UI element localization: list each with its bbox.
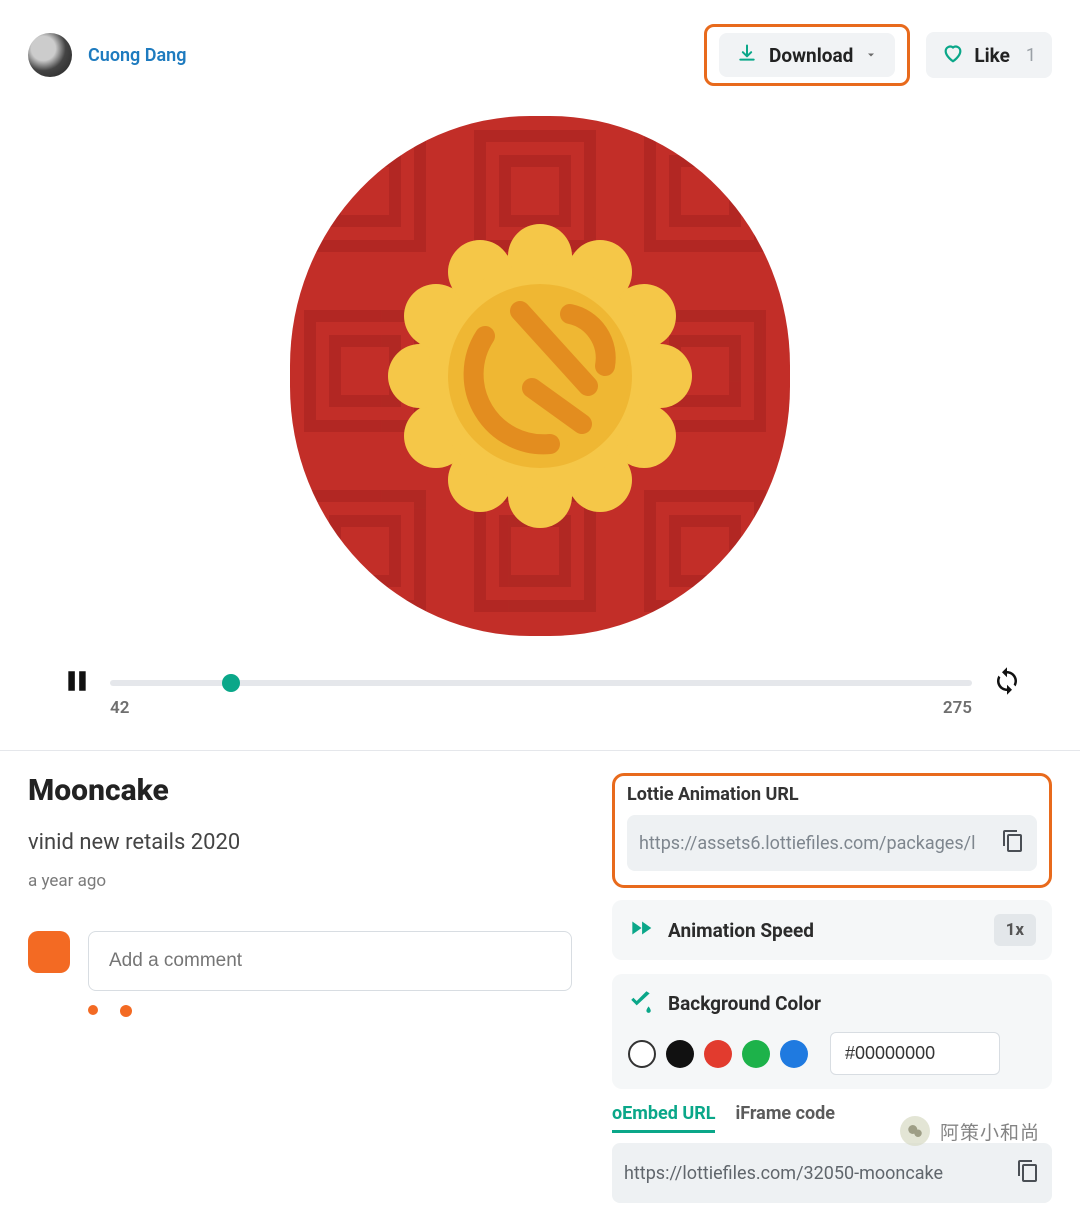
total-frames: 275	[943, 698, 972, 718]
like-label: Like	[974, 44, 1010, 67]
caret-down-icon	[865, 46, 877, 65]
speed-label: Animation Speed	[668, 919, 980, 942]
bgcolor-label: Background Color	[668, 992, 1036, 1015]
animation-subtitle: vinid new retails 2020	[28, 830, 572, 855]
embed-url-value: https://lottiefiles.com/32050-mooncake	[624, 1163, 1008, 1184]
like-count: 1	[1020, 45, 1036, 66]
embed-url-field[interactable]: https://lottiefiles.com/32050-mooncake	[612, 1143, 1052, 1203]
author-block[interactable]: Cuong Dang	[28, 33, 186, 77]
time-ago: a year ago	[28, 871, 572, 891]
tab-oembed[interactable]: oEmbed URL	[612, 1103, 715, 1133]
author-avatar[interactable]	[28, 33, 72, 77]
mooncake-icon	[380, 216, 700, 536]
wechat-icon	[900, 1116, 930, 1146]
download-icon	[737, 43, 757, 67]
player-controls: 42 275	[28, 666, 1052, 700]
download-label: Download	[769, 44, 853, 67]
tab-iframe[interactable]: iFrame code	[735, 1103, 835, 1133]
speed-value: 1x	[994, 914, 1036, 946]
watermark-text: 阿策小和尚	[940, 1118, 1040, 1145]
loop-button[interactable]	[992, 666, 1022, 700]
header-actions: Download Like 1	[704, 24, 1052, 86]
download-highlight-box: Download	[704, 24, 910, 86]
animation-title: Mooncake	[28, 773, 572, 808]
animation-preview	[28, 96, 1052, 656]
mooncake-art	[290, 116, 790, 636]
copy-icon[interactable]	[1001, 829, 1025, 857]
current-user-avatar[interactable]	[28, 931, 70, 973]
swatch-black[interactable]	[666, 1040, 694, 1068]
comment-input[interactable]	[88, 931, 572, 991]
speed-card[interactable]: Animation Speed 1x	[612, 900, 1052, 960]
paint-bucket-icon	[628, 988, 654, 1018]
timeline-slider[interactable]: 42 275	[110, 680, 972, 686]
current-frame: 42	[110, 698, 129, 718]
swatch-red[interactable]	[704, 1040, 732, 1068]
pause-button[interactable]	[64, 666, 90, 700]
comment-row	[28, 931, 572, 991]
download-button[interactable]: Download	[719, 33, 895, 77]
header: Cuong Dang Download Like 1	[28, 24, 1052, 86]
copy-icon[interactable]	[1016, 1159, 1040, 1187]
lottie-url-field[interactable]: https://assets6.lottiefiles.com/packages…	[627, 815, 1037, 871]
swatch-green[interactable]	[742, 1040, 770, 1068]
heart-icon	[942, 42, 964, 68]
swatch-white[interactable]	[628, 1040, 656, 1068]
hex-input[interactable]	[830, 1032, 1000, 1075]
author-name[interactable]: Cuong Dang	[88, 45, 186, 66]
swatch-blue[interactable]	[780, 1040, 808, 1068]
like-button[interactable]: Like 1	[926, 32, 1052, 78]
fast-forward-icon	[628, 915, 654, 945]
lottie-url-value: https://assets6.lottiefiles.com/packages…	[639, 833, 993, 854]
url-label: Lottie Animation URL	[627, 784, 1037, 805]
bgcolor-card: Background Color	[612, 974, 1052, 1089]
divider	[0, 750, 1080, 751]
url-highlight-box: Lottie Animation URL https://assets6.lot…	[612, 773, 1052, 888]
watermark: 阿策小和尚	[900, 1116, 1040, 1146]
loading-dots	[88, 1005, 572, 1017]
